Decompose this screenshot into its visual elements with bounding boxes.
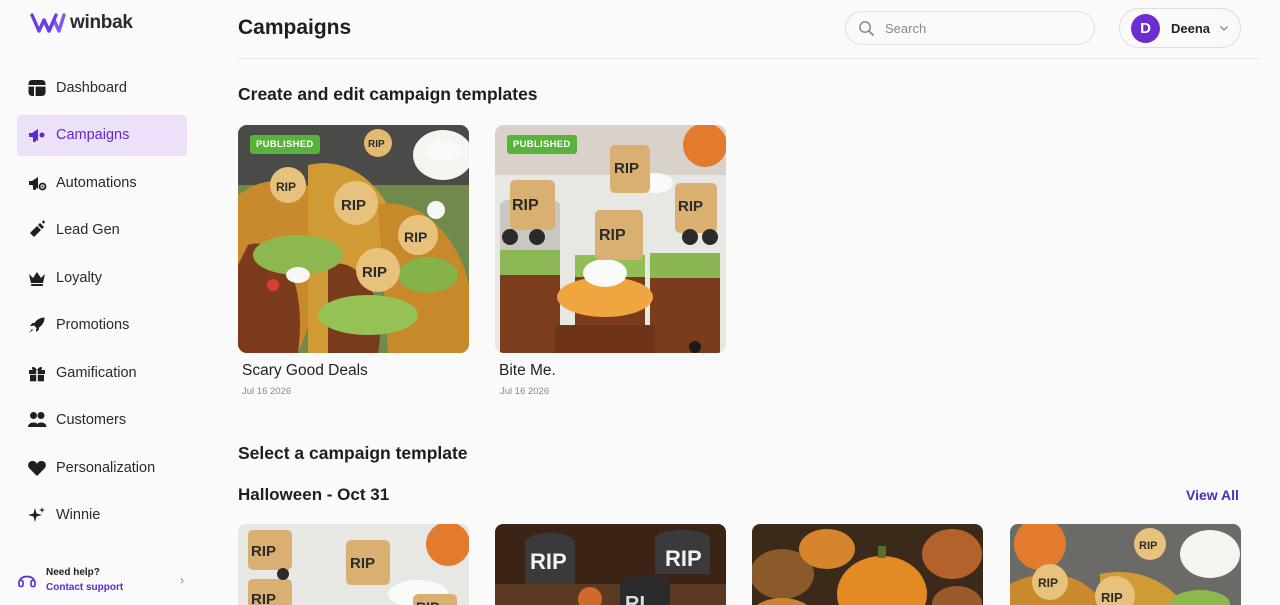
- brand-name: winbak: [70, 12, 133, 33]
- sidebar-item-label: Promotions: [56, 317, 130, 333]
- sidebar-item-dashboard[interactable]: Dashboard: [17, 67, 187, 108]
- sidebar-item-label: Dashboard: [56, 79, 127, 96]
- template-thumbnail[interactable]: RIP RIP RIP RIP: [238, 524, 469, 605]
- svg-text:RIP: RIP: [1038, 576, 1058, 590]
- sidebar-item-label: Gamification: [56, 364, 137, 381]
- avatar: D: [1131, 13, 1160, 43]
- search-box[interactable]: [845, 11, 1095, 45]
- svg-text:RIP: RIP: [416, 599, 439, 605]
- contact-support-link[interactable]: Contact support: [46, 582, 123, 593]
- sidebar-item-promotions[interactable]: Promotions: [17, 305, 187, 346]
- svg-text:RIP: RIP: [614, 160, 639, 177]
- svg-text:RIP: RIP: [1101, 590, 1123, 605]
- top-header: Campaigns D Deena: [238, 0, 1260, 59]
- status-badge: PUBLISHED: [250, 135, 320, 154]
- category-title: Halloween - Oct 31: [238, 485, 390, 504]
- sidebar-item-label: Automations: [56, 174, 137, 191]
- dashboard-icon: [26, 77, 48, 99]
- app-root: winbak Dashboard Campaigns Automations L…: [0, 0, 1280, 605]
- chevron-down-icon: [1220, 26, 1228, 31]
- crown-icon: [26, 267, 48, 289]
- svg-text:RIP: RIP: [404, 229, 427, 245]
- help-panel[interactable]: Need help? Contact support ›: [17, 562, 187, 598]
- svg-text:RIP: RIP: [276, 180, 296, 194]
- sidebar-item-label: Campaigns: [56, 127, 130, 143]
- sidebar-item-label: Loyalty: [56, 269, 102, 286]
- search-input[interactable]: [885, 20, 1075, 36]
- svg-text:RIP: RIP: [362, 264, 387, 281]
- user-menu[interactable]: D Deena: [1119, 8, 1241, 48]
- svg-text:RIP: RIP: [599, 227, 626, 244]
- winbak-logo-icon: [30, 13, 66, 33]
- campaign-image: RIP RIP RIP RIP RIP: [238, 125, 469, 353]
- campaign-card[interactable]: RIP RIP RIP RIP PUBLISHED: [495, 125, 726, 353]
- sidebar-item-campaigns[interactable]: Campaigns: [17, 114, 187, 156]
- page-title: Campaigns: [238, 16, 352, 39]
- magnet-icon: [26, 219, 48, 241]
- template-thumbnail[interactable]: RIP RIP RIP: [1010, 524, 1241, 605]
- rocket-icon: [26, 314, 48, 336]
- edit-templates-heading: Create and edit campaign templates: [238, 84, 538, 104]
- automation-megaphone-icon: [26, 172, 48, 194]
- template-image: [752, 524, 983, 605]
- svg-text:RIP: RIP: [1139, 540, 1157, 552]
- svg-text:RIP: RIP: [251, 591, 276, 605]
- svg-text:RIP: RIP: [530, 549, 567, 574]
- sidebar-item-customers[interactable]: Customers: [17, 400, 187, 441]
- svg-text:RI: RI: [625, 593, 645, 605]
- template-thumbnail[interactable]: RIP RIP RI: [495, 524, 726, 605]
- gift-icon: [26, 362, 48, 384]
- svg-text:RIP: RIP: [678, 198, 703, 215]
- campaign-title[interactable]: Bite Me.: [499, 362, 556, 380]
- megaphone-icon: [26, 124, 48, 146]
- sidebar: winbak Dashboard Campaigns Automations L…: [0, 0, 204, 605]
- chevron-right-icon[interactable]: ›: [180, 573, 184, 587]
- user-name: Deena: [1171, 20, 1211, 36]
- view-all-link[interactable]: View All: [1186, 487, 1239, 503]
- template-image: RIP RIP RIP: [1010, 524, 1241, 605]
- sidebar-item-label: Customers: [56, 412, 127, 428]
- help-text: Need help? Contact support: [46, 567, 123, 593]
- template-image: RIP RIP RIP RIP: [238, 524, 469, 605]
- svg-text:RIP: RIP: [350, 555, 375, 572]
- sidebar-nav: Dashboard Campaigns Automations Lead Gen: [17, 67, 187, 542]
- sidebar-item-loyalty[interactable]: Loyalty: [17, 257, 187, 298]
- sidebar-item-label: Personalization: [56, 459, 156, 476]
- help-title: Need help?: [46, 567, 100, 578]
- template-image: RIP RIP RI: [495, 524, 726, 605]
- headset-icon: [18, 575, 36, 588]
- search-icon: [859, 20, 874, 36]
- campaign-date: Jul 16 2026: [242, 386, 292, 397]
- sidebar-item-gamification[interactable]: Gamification: [17, 352, 187, 393]
- sparkles-icon: [26, 504, 48, 526]
- sidebar-item-lead-gen[interactable]: Lead Gen: [17, 210, 187, 251]
- sidebar-item-personalization[interactable]: Personalization: [17, 447, 187, 488]
- campaign-card[interactable]: RIP RIP RIP RIP RIP PUBLISHED: [238, 125, 469, 353]
- campaign-image: RIP RIP RIP RIP: [495, 125, 726, 353]
- brand-logo[interactable]: winbak: [30, 12, 133, 34]
- svg-text:RIP: RIP: [665, 546, 702, 571]
- sidebar-item-label: Lead Gen: [56, 222, 120, 238]
- campaign-date: Jul 16 2026: [500, 386, 550, 397]
- users-icon: [26, 409, 48, 431]
- svg-text:RIP: RIP: [512, 197, 539, 214]
- select-template-heading: Select a campaign template: [238, 443, 468, 463]
- template-thumbnail[interactable]: [752, 524, 983, 605]
- campaign-title[interactable]: Scary Good Deals: [242, 362, 368, 380]
- svg-text:RIP: RIP: [251, 543, 276, 560]
- svg-text:RIP: RIP: [341, 197, 366, 214]
- sidebar-item-winnie[interactable]: Winnie: [17, 495, 187, 536]
- heart-icon: [26, 457, 48, 479]
- sidebar-item-label: Winnie: [56, 507, 101, 523]
- sidebar-item-automations[interactable]: Automations: [17, 162, 187, 203]
- svg-text:RIP: RIP: [368, 139, 385, 150]
- status-badge: PUBLISHED: [507, 135, 577, 154]
